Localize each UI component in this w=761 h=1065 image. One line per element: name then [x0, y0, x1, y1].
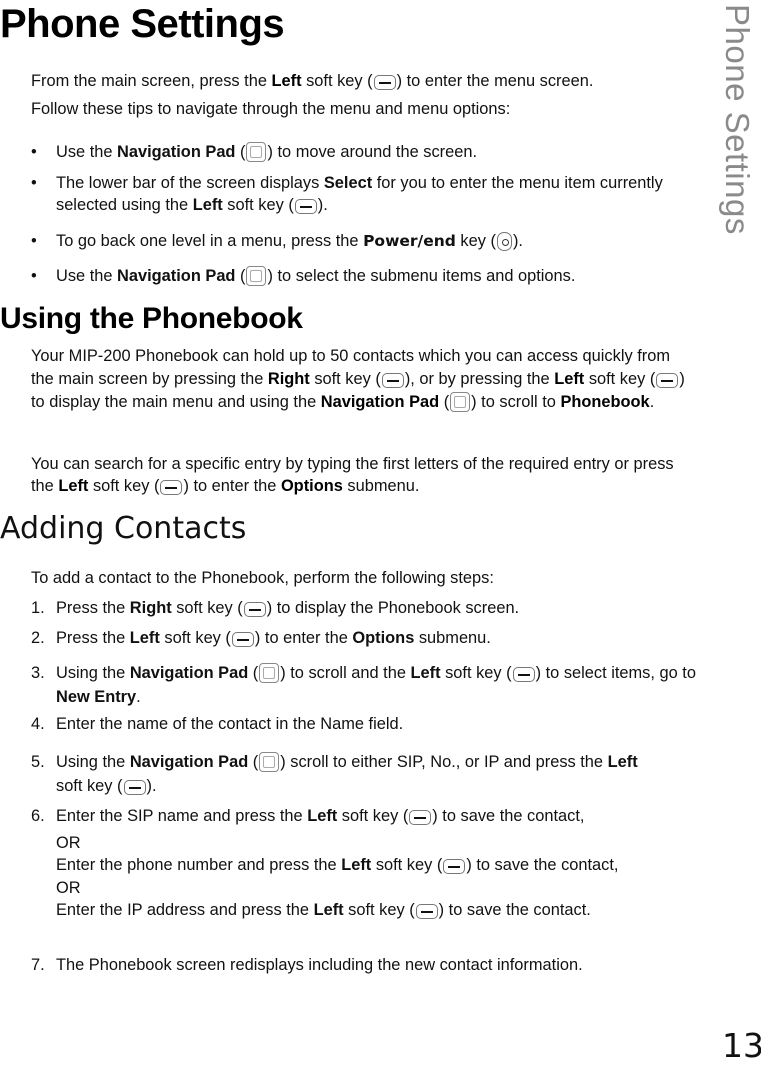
page-number: 13 — [722, 1026, 761, 1065]
power-end-key-icon — [496, 232, 512, 251]
or-separator: OR — [56, 878, 81, 897]
soft-key-icon — [373, 75, 396, 90]
page-title: Phone Settings — [0, 2, 285, 46]
navigation-pad-icon — [246, 142, 267, 162]
navigation-pad-icon — [259, 752, 280, 772]
bullet-icon: • — [31, 174, 37, 192]
intro-line-2: Follow these tips to navigate through th… — [31, 100, 511, 118]
soft-key-icon — [656, 373, 679, 388]
section-heading-adding-contacts: Adding Contacts — [0, 511, 247, 546]
navigation-pad-icon — [246, 266, 267, 286]
adding-intro: To add a contact to the Phonebook, perfo… — [31, 569, 494, 587]
side-tab-label: Phone Settings — [719, 4, 756, 235]
soft-key-icon — [123, 780, 146, 795]
phonebook-paragraph-2: You can search for a specific entry by t… — [31, 455, 674, 495]
phonebook-paragraph-1: Your MIP-200 Phonebook can hold up to 50… — [31, 347, 685, 412]
bullet-icon: • — [31, 143, 37, 161]
left-key-label: Left — [271, 72, 302, 90]
bullet-icon: • — [31, 232, 37, 250]
soft-key-icon — [160, 480, 183, 495]
soft-key-icon — [415, 904, 438, 919]
soft-key-icon — [512, 667, 535, 682]
soft-key-icon — [294, 199, 317, 214]
navigation-pad-icon — [450, 392, 471, 412]
soft-key-icon — [243, 602, 266, 617]
soft-key-icon — [443, 859, 466, 874]
section-heading-phonebook: Using the Phonebook — [0, 302, 303, 335]
navigation-pad-icon — [259, 663, 280, 683]
or-separator: OR — [56, 833, 81, 852]
bullet-icon: • — [31, 267, 37, 285]
soft-key-icon — [381, 373, 404, 388]
intro-line-1: From the main screen, press the Left sof… — [31, 72, 594, 90]
soft-key-icon — [409, 810, 432, 825]
soft-key-icon — [231, 632, 254, 647]
